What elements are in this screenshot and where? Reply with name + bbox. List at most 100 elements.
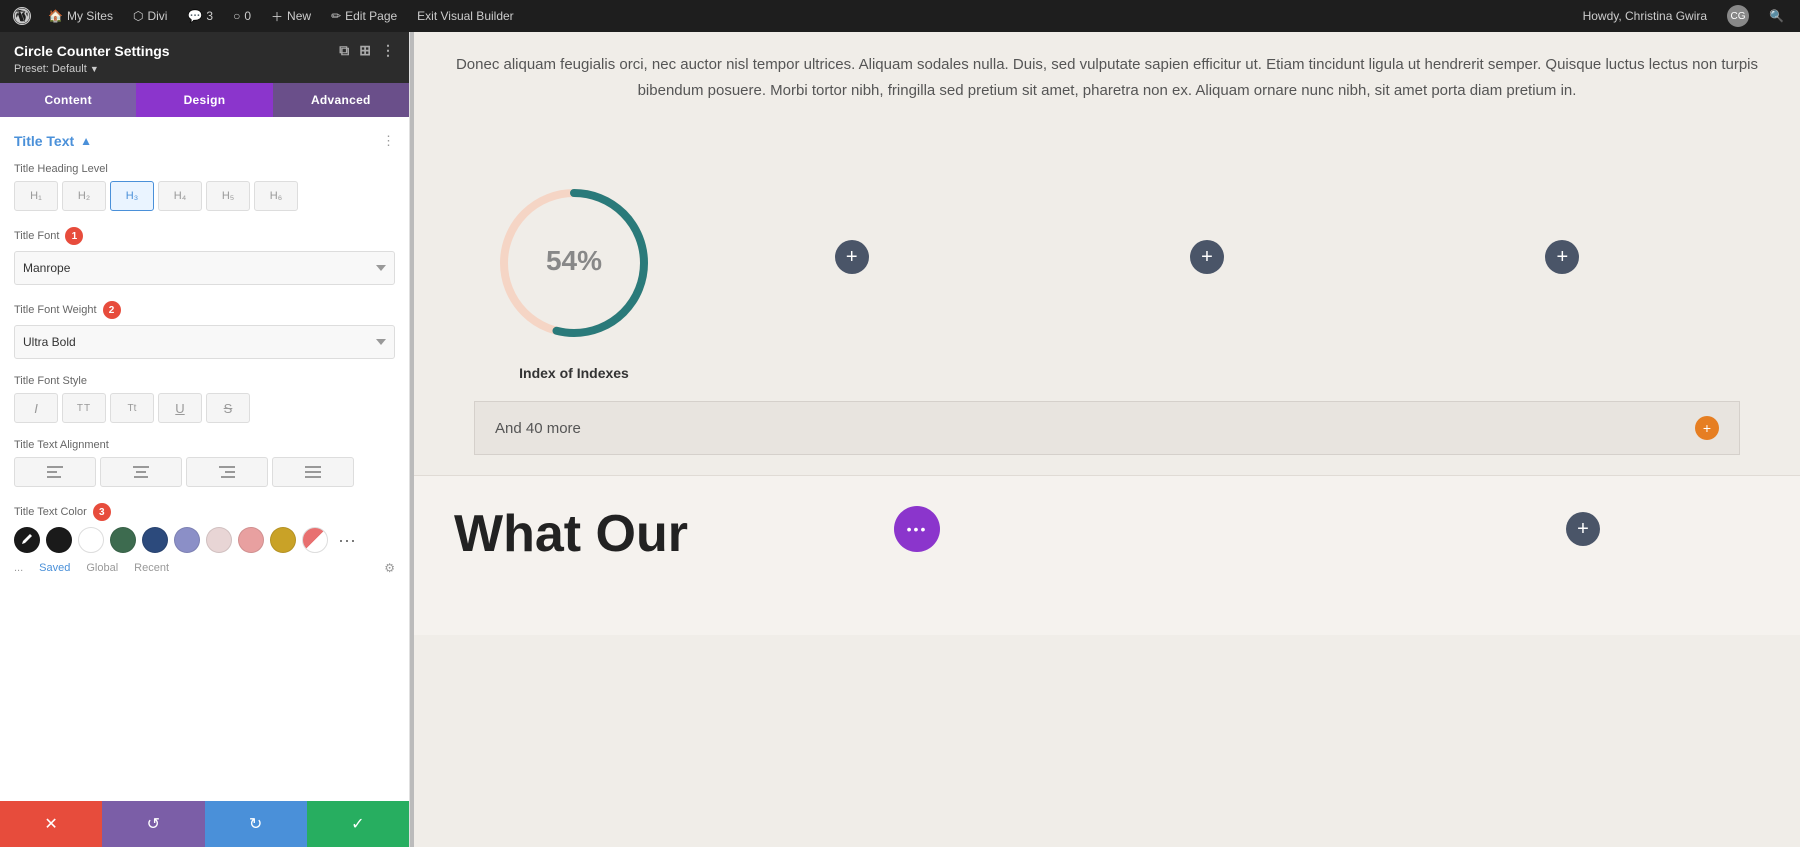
floating-options-btn[interactable]: ••• [894,506,940,552]
color-tab-recent[interactable]: Recent [134,562,169,574]
add-column-btn-1[interactable]: + [835,240,869,274]
grid-icon[interactable]: ⊞ [359,42,371,59]
panel-header: Circle Counter Settings ⧉ ⊞ ⋮ Preset: De… [0,32,409,83]
add-column-btn-3[interactable]: + [1545,240,1579,274]
tab-design[interactable]: Design [136,83,272,117]
admin-bar-right: Howdy, Christina Gwira CG 🔍 [1575,0,1792,32]
preset-label[interactable]: Preset: Default ▼ [14,63,395,75]
heading-level-field: Title Heading Level H₁ H₂ H₃ H₄ H₅ H₆ [14,163,395,211]
color-swatch-dark-green[interactable] [110,527,136,553]
chevron-up-icon[interactable]: ▲ [80,134,92,148]
admin-bar-exit-builder[interactable]: Exit Visual Builder [409,0,522,32]
section-more-icon[interactable]: ⋮ [382,133,395,149]
color-swatches: ··· [14,527,395,553]
panel-header-icons: ⧉ ⊞ ⋮ [339,42,395,59]
tab-advanced[interactable]: Advanced [273,83,409,117]
heading-h2-btn[interactable]: H₂ [62,181,106,211]
heading-h4-btn[interactable]: H₄ [158,181,202,211]
window-icon[interactable]: ⧉ [339,42,349,59]
heading-h1-btn[interactable]: H₁ [14,181,58,211]
bottom-action-bar: ✕ ↺ ↻ ✓ [0,801,409,847]
color-swatch-light-pink[interactable] [206,527,232,553]
color-swatch-navy[interactable] [142,527,168,553]
capitalize-btn[interactable]: Tt [110,393,154,423]
settings-panel: Circle Counter Settings ⧉ ⊞ ⋮ Preset: De… [0,32,410,847]
color-picker-btn[interactable] [14,527,40,553]
strikethrough-btn[interactable]: S [206,393,250,423]
heading-h6-btn[interactable]: H₆ [254,181,298,211]
section-title-text-header: Title Text ▲ ⋮ [14,133,395,149]
tab-content[interactable]: Content [0,83,136,117]
title-font-select[interactable]: Manrope [14,251,395,285]
heading-h3-btn[interactable]: H₃ [110,181,154,211]
color-swatch-lavender[interactable] [174,527,200,553]
color-tab-global[interactable]: Global [86,562,118,574]
align-justify-btn[interactable] [272,457,354,487]
title-font-weight-field: Title Font Weight 2 Ultra Bold [14,301,395,359]
undo-icon: ↺ [147,814,160,834]
svg-text:54%: 54% [546,245,602,276]
what-our-text: What Our [454,506,688,563]
title-text-alignment-label: Title Text Alignment [14,439,395,451]
title-font-weight-label: Title Font Weight 2 [14,301,395,319]
panel-content: Title Text ▲ ⋮ Title Heading Level H₁ H₂… [0,117,409,801]
circle-counter: 54% Index of Indexes [474,173,674,381]
redo-button[interactable]: ↻ [205,801,307,847]
and-more-text: And 40 more [495,420,581,437]
right-content-area: Donec aliquam feugialis orci, nec auctor… [414,32,1800,847]
title-text-alignment-field: Title Text Alignment [14,439,395,487]
floating-add-btn[interactable]: + [1566,512,1600,546]
cancel-button[interactable]: ✕ [0,801,102,847]
edit-icon: ✏ [331,9,341,23]
title-font-weight-select[interactable]: Ultra Bold [14,325,395,359]
color-swatch-pink[interactable] [238,527,264,553]
panel-title-row: Circle Counter Settings ⧉ ⊞ ⋮ [14,42,395,59]
search-icon: 🔍 [1769,9,1784,23]
underline-btn[interactable]: U [158,393,202,423]
circle-svg: 54% [484,173,664,353]
title-text-color-label: Title Text Color 3 [14,503,395,521]
undo-button[interactable]: ↺ [102,801,204,847]
admin-bar-search[interactable]: 🔍 [1761,0,1792,32]
color-swatch-black[interactable] [46,527,72,553]
cancel-icon: ✕ [44,814,57,834]
color-tab-saved[interactable]: Saved [39,562,70,574]
color-swatch-gold[interactable] [270,527,296,553]
color-swatch-white[interactable] [78,527,104,553]
panel-tabs: Content Design Advanced [0,83,409,117]
more-icon[interactable]: ⋮ [381,42,395,59]
admin-bar-my-sites[interactable]: 🏠 My Sites [40,0,121,32]
color-swatch-coral-slash[interactable] [302,527,328,553]
align-left-btn[interactable] [14,457,96,487]
plus-icon: ＋ [271,8,283,25]
save-button[interactable]: ✓ [307,801,409,847]
admin-bar-new[interactable]: ＋ New [263,0,319,32]
title-font-style-label: Title Font Style [14,375,395,387]
add-column-btn-2[interactable]: + [1190,240,1224,274]
wp-logo[interactable] [8,2,36,30]
align-right-btn[interactable] [186,457,268,487]
color-swatch-more[interactable]: ··· [334,527,360,553]
add-buttons-row: + + + [674,240,1740,314]
and-more-plus-btn[interactable]: + [1695,416,1719,440]
italic-btn[interactable]: I [14,393,58,423]
section-title: Title Text ▲ [14,133,92,149]
step-badge-1: 1 [65,227,83,245]
heading-level-label: Title Heading Level [14,163,395,175]
admin-bar-comment-count[interactable]: ○ 0 [225,0,259,32]
redo-icon: ↻ [249,814,262,834]
body-text: Donec aliquam feugialis orci, nec auctor… [454,52,1760,103]
color-tab-more[interactable]: ... [14,562,23,574]
admin-bar-divi[interactable]: ⬡ Divi [125,0,175,32]
title-font-style-field: Title Font Style I TT Tt U S [14,375,395,423]
uppercase-btn[interactable]: TT [62,393,106,423]
admin-bar-edit-page[interactable]: ✏ Edit Page [323,0,405,32]
color-settings-icon[interactable]: ⚙ [384,561,395,575]
heading-h5-btn[interactable]: H₅ [206,181,250,211]
step-badge-2: 2 [103,301,121,319]
align-center-btn[interactable] [100,457,182,487]
admin-bar-comments[interactable]: 💬 3 [179,0,221,32]
bubble-icon: ○ [233,9,240,23]
wp-admin-bar: 🏠 My Sites ⬡ Divi 💬 3 ○ 0 ＋ New ✏ Edit P… [0,0,1800,32]
admin-bar-avatar[interactable]: CG [1719,0,1757,32]
